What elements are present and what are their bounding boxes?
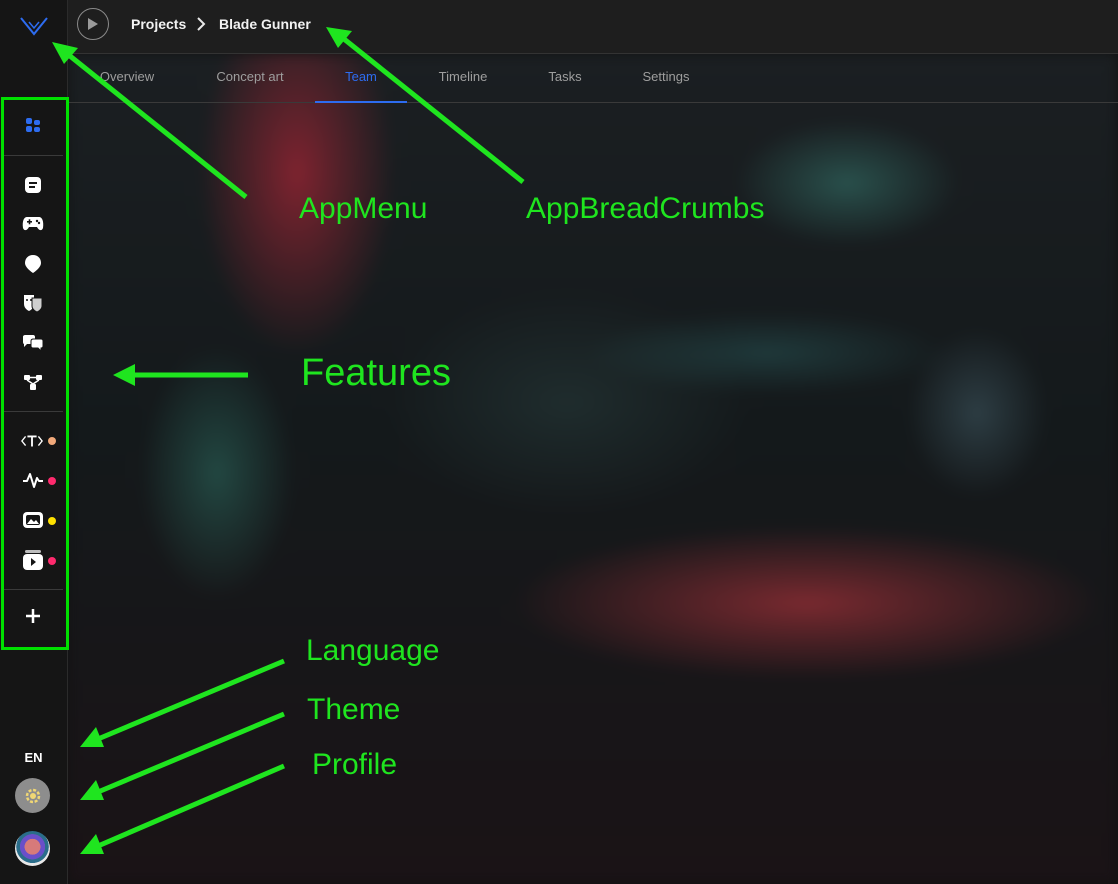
text-tag-icon[interactable] [21,430,43,452]
gamepad-icon[interactable] [22,213,44,235]
flow-icon[interactable] [22,371,44,393]
breadcrumb-projects[interactable]: Projects [131,16,186,32]
annotation-language: Language [306,634,440,667]
theme-button[interactable] [15,778,50,813]
gear-icon [25,788,40,803]
top-bar: Projects Blade Gunner [67,0,1118,54]
sidebar-divider [4,589,63,590]
tab-timeline[interactable]: Timeline [427,54,499,101]
sidebar: EN [0,0,69,884]
annotation-app-menu: AppMenu [299,192,428,225]
tab-team[interactable]: Team [315,54,407,103]
video-icon[interactable] [22,549,44,571]
activity-icon[interactable] [22,469,44,491]
status-dot [48,477,56,485]
annotation-app-breadcrumbs: AppBreadCrumbs [526,192,765,225]
tab-tasks[interactable]: Tasks [535,54,595,101]
dashboard-icon[interactable] [22,114,44,136]
language-selector[interactable]: EN [0,750,67,765]
chat-bubbles-icon[interactable] [22,332,44,354]
sidebar-divider [4,411,63,412]
tab-settings[interactable]: Settings [629,54,703,101]
annotation-theme: Theme [307,693,401,726]
play-icon [88,18,98,30]
document-icon[interactable] [22,174,44,196]
status-dot [48,557,56,565]
masks-icon[interactable] [22,292,44,314]
app-menu-logo-icon[interactable] [19,12,49,38]
tab-bar: Overview Concept art Team Timeline Tasks… [67,54,1118,103]
gallery-icon[interactable] [22,509,44,531]
location-pin-icon[interactable] [22,253,44,275]
tab-concept-art[interactable]: Concept art [207,54,293,101]
breadcrumb-project[interactable]: Blade Gunner [219,16,311,32]
annotation-profile: Profile [312,748,398,781]
add-icon[interactable] [22,605,44,627]
play-button[interactable] [77,8,109,40]
status-dot [48,517,56,525]
tab-overview[interactable]: Overview [87,54,167,101]
background-image [67,53,1118,884]
chevron-right-icon [197,17,206,31]
annotation-features: Features [301,352,451,394]
sidebar-divider [4,155,63,156]
avatar[interactable] [15,831,50,866]
status-dot [48,437,56,445]
